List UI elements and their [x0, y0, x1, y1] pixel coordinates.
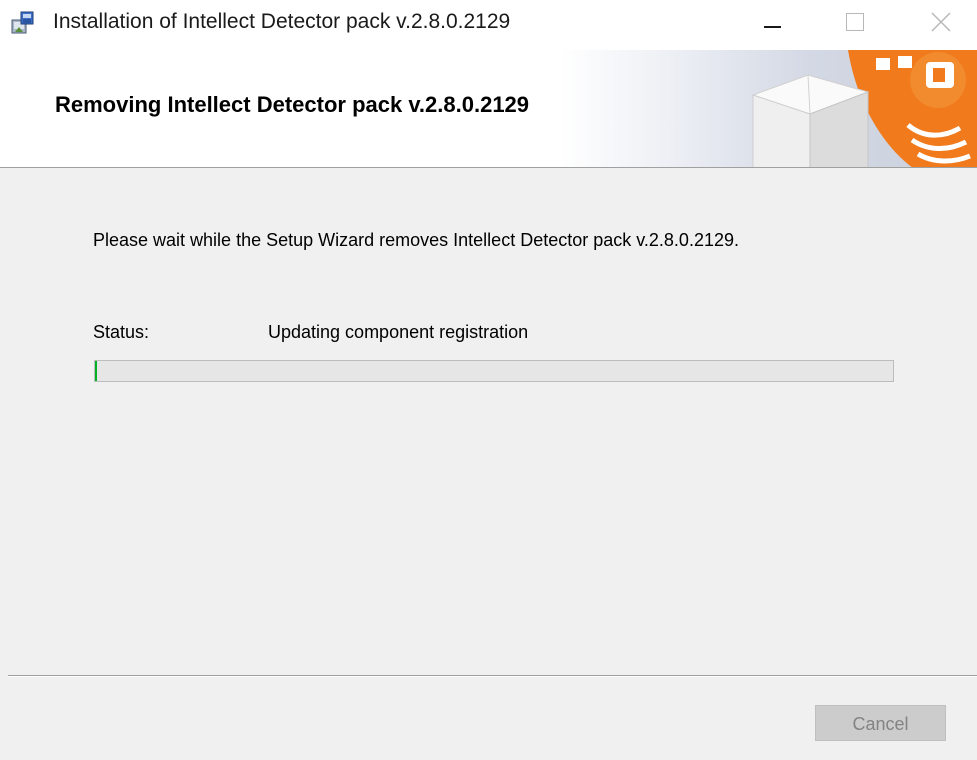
header-banner: Removing Intellect Detector pack v.2.8.0…	[0, 50, 977, 168]
installer-icon	[10, 10, 36, 36]
window-title: Installation of Intellect Detector pack …	[53, 10, 511, 33]
package-box-icon	[748, 50, 977, 168]
footer-divider	[8, 675, 977, 677]
minimize-icon[interactable]	[742, 0, 802, 50]
progress-bar	[94, 360, 894, 382]
status-value: Updating component registration	[268, 322, 529, 342]
maximize-icon	[826, 0, 886, 50]
status-label: Status:	[93, 322, 150, 342]
title-bar: Installation of Intellect Detector pack …	[0, 0, 977, 50]
progress-fill	[95, 361, 98, 381]
banner-title: Removing Intellect Detector pack v.2.8.0…	[55, 92, 530, 117]
close-icon	[910, 0, 970, 50]
banner-divider	[0, 167, 977, 168]
wait-message: Please wait while the Setup Wizard remov…	[93, 230, 739, 250]
cancel-button[interactable]: Cancel	[815, 705, 946, 741]
